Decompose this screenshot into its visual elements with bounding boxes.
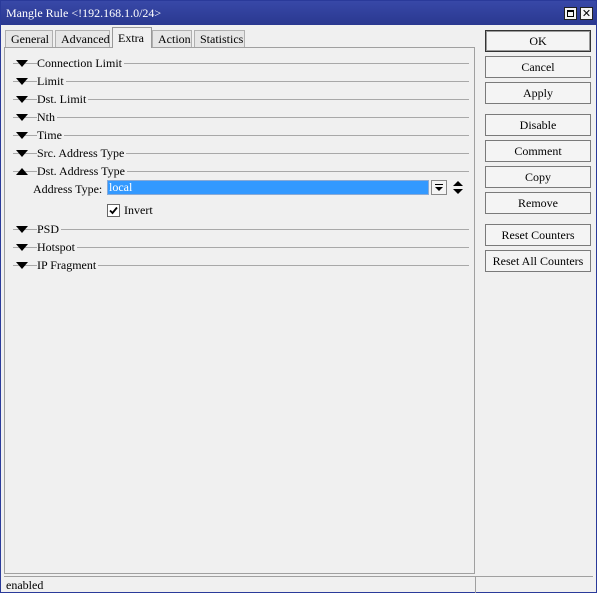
window-title: Mangle Rule <!192.168.1.0/24> [6,6,162,20]
section-label: Time [37,128,64,142]
section-psd[interactable]: PSD [13,222,469,236]
section-label: Dst. Address Type [37,164,127,178]
mangle-rule-window: Mangle Rule <!192.168.1.0/24> ✕ General … [0,0,597,593]
triangle-down-icon[interactable] [14,113,30,122]
close-button[interactable]: ✕ [580,7,593,20]
status-text: enabled [6,578,44,592]
triangle-down-icon[interactable] [14,225,30,234]
tab-general[interactable]: General [5,30,53,48]
triangle-down-icon[interactable] [14,243,30,252]
up-down-arrows-icon[interactable] [452,180,464,195]
tab-statistics[interactable]: Statistics [194,30,245,48]
section-ip-fragment[interactable]: IP Fragment [13,258,469,272]
apply-button[interactable]: Apply [485,82,591,104]
section-time[interactable]: Time [13,128,469,142]
section-label: Hotspot [37,240,78,254]
section-divider [13,135,469,136]
triangle-down-icon[interactable] [14,95,30,104]
tab-action[interactable]: Action [152,30,192,48]
invert-checkbox[interactable] [107,204,120,217]
disable-button[interactable]: Disable [485,114,591,136]
section-divider [13,117,469,118]
section-label: Src. Address Type [37,146,127,160]
section-connection-limit[interactable]: Connection Limit [13,56,469,70]
section-label: Limit [37,74,66,88]
triangle-down-icon[interactable] [14,131,30,140]
checkmark-icon [109,206,118,215]
remove-button[interactable]: Remove [485,192,591,214]
section-src-address-type[interactable]: Src. Address Type [13,146,469,160]
triangle-down-icon[interactable] [14,149,30,158]
triangle-down-icon[interactable] [14,77,30,86]
section-label: Nth [37,110,57,124]
maximize-button[interactable] [564,7,577,20]
tab-extra[interactable]: Extra [112,27,152,48]
title-bar[interactable]: Mangle Rule <!192.168.1.0/24> ✕ [1,1,596,25]
address-type-dropdown-button[interactable] [431,180,447,195]
cancel-button[interactable]: Cancel [485,56,591,78]
status-bar: enabled [4,576,593,593]
comment-button[interactable]: Comment [485,140,591,162]
reset-all-counters-button[interactable]: Reset All Counters [485,250,591,272]
section-divider [13,229,469,230]
address-type-select[interactable]: local [107,180,429,195]
dropdown-arrow-icon [435,184,443,191]
section-limit[interactable]: Limit [13,74,469,88]
reset-counters-button[interactable]: Reset Counters [485,224,591,246]
section-dst-address-type[interactable]: Dst. Address Type [13,164,469,178]
ok-button[interactable]: OK [485,30,591,52]
maximize-icon [567,10,574,17]
invert-label: Invert [124,203,153,217]
section-divider [13,247,469,248]
section-label: Dst. Limit [37,92,89,106]
close-icon: ✕ [581,7,592,20]
triangle-down-icon[interactable] [14,261,30,270]
section-nth[interactable]: Nth [13,110,469,124]
section-divider [13,81,469,82]
copy-button[interactable]: Copy [485,166,591,188]
extra-tab-panel: Connection Limit Limit Dst. Limit Nth Ti… [4,47,475,574]
address-type-label: Address Type: [33,182,103,196]
triangle-up-icon[interactable] [14,167,30,176]
status-divider [475,577,476,593]
section-hotspot[interactable]: Hotspot [13,240,469,254]
triangle-down-icon[interactable] [14,59,30,68]
section-dst-limit[interactable]: Dst. Limit [13,92,469,106]
tab-advanced[interactable]: Advanced [55,30,110,48]
section-label: PSD [37,222,62,236]
section-label: Connection Limit [37,56,124,70]
section-label: IP Fragment [37,258,99,272]
